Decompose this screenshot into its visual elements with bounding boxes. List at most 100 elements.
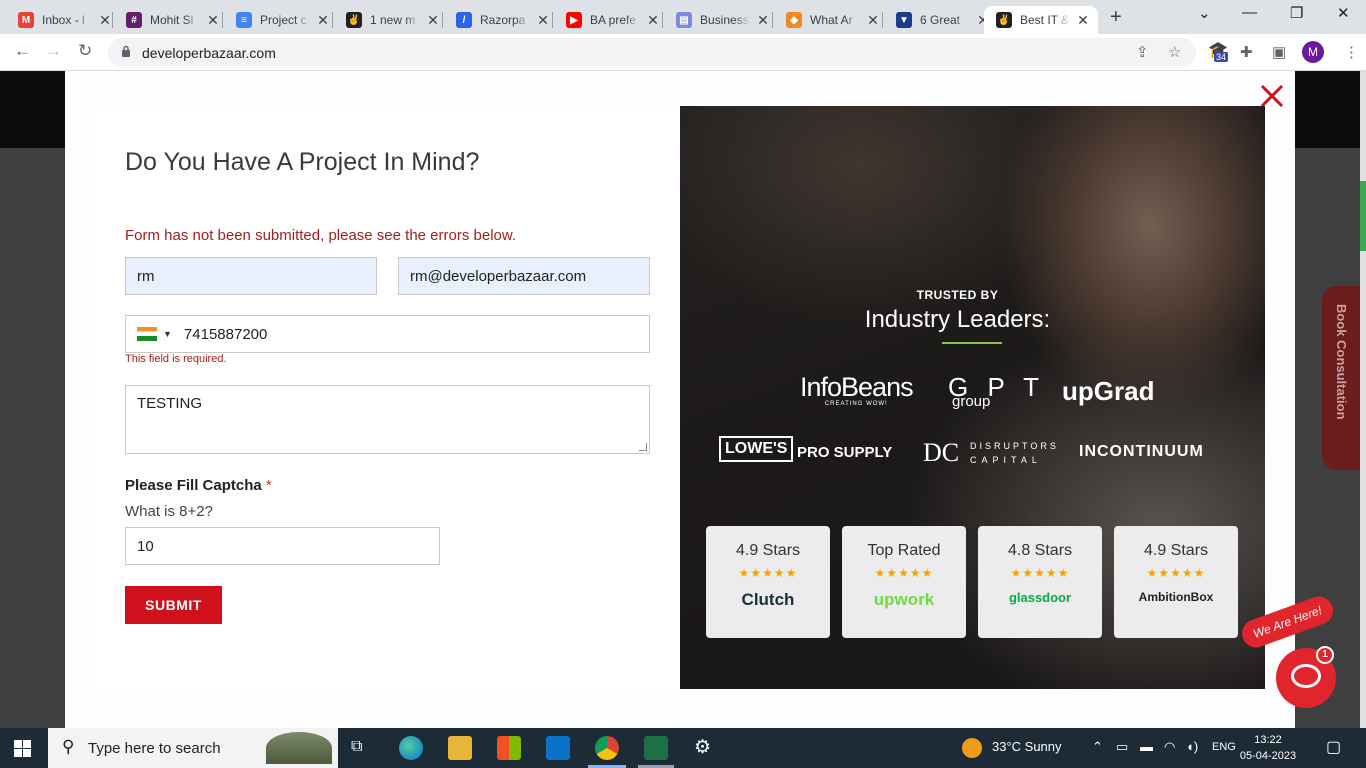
extensions-puzzle-icon[interactable]: ✚ bbox=[1240, 43, 1253, 61]
minimize-icon[interactable]: — bbox=[1242, 4, 1257, 21]
extension-graduation-icon[interactable]: 🎓 34 bbox=[1208, 40, 1229, 62]
meet-icon[interactable]: ▭ bbox=[1116, 739, 1128, 755]
scrollbar-thumb[interactable] bbox=[1360, 181, 1366, 251]
file-explorer-icon[interactable] bbox=[448, 736, 472, 760]
clock[interactable]: 13:22 05-04-2023 bbox=[1238, 732, 1298, 764]
captcha-input[interactable]: 10 bbox=[125, 527, 440, 565]
star-rating-icon: ★★★★★ bbox=[1146, 566, 1206, 580]
address-bar[interactable]: developerbazaar.com bbox=[108, 38, 1196, 67]
industry-leaders-label: Industry Leaders: bbox=[864, 306, 1051, 333]
india-flag-icon[interactable] bbox=[137, 327, 157, 341]
reload-icon[interactable]: ↻ bbox=[78, 41, 92, 61]
browser-tab[interactable]: ▶ BA prefe ✕ bbox=[554, 6, 668, 34]
close-tab-icon[interactable]: ✕ bbox=[206, 12, 220, 29]
browser-toolbar: ← → ↻ developerbazaar.com ⇪ ☆ 🎓 34 ✚ ▣ M… bbox=[0, 34, 1366, 71]
browser-tab[interactable]: ◆ What Ar ✕ bbox=[774, 6, 888, 34]
rating-card: Top Rated ★★★★★ upwork bbox=[842, 526, 966, 638]
battery-icon[interactable]: ▬ bbox=[1140, 739, 1153, 754]
browser-tab[interactable]: ▼ 6 Great ✕ bbox=[884, 6, 998, 34]
microsoft-store-icon[interactable] bbox=[497, 736, 521, 760]
form-title: Do You Have A Project In Mind? bbox=[125, 148, 480, 176]
menu-kebab-icon[interactable]: ⋮ bbox=[1344, 43, 1359, 61]
close-tab-icon[interactable]: ✕ bbox=[98, 12, 112, 29]
submit-button[interactable]: SUBMIT bbox=[125, 586, 222, 624]
close-tab-icon[interactable]: ✕ bbox=[316, 12, 330, 29]
lock-icon bbox=[122, 45, 130, 57]
message-textarea[interactable]: TESTING bbox=[125, 385, 650, 454]
mail-icon[interactable] bbox=[546, 736, 570, 760]
tab-title: BA prefe bbox=[590, 13, 637, 27]
site-icon: ✌ bbox=[346, 12, 362, 28]
chrome-icon[interactable] bbox=[595, 736, 619, 760]
tab-search-icon[interactable]: ⌄ bbox=[1198, 4, 1211, 22]
browser-tab[interactable]: # Mohit Sl ✕ bbox=[114, 6, 228, 34]
rating-card: 4.9 Stars ★★★★★ Clutch bbox=[706, 526, 830, 638]
tab-title: Best IT & bbox=[1020, 13, 1070, 27]
tab-separator bbox=[222, 12, 223, 28]
extension-badge: 34 bbox=[1214, 52, 1229, 62]
required-asterisk: * bbox=[265, 477, 272, 494]
browser-tab[interactable]: ≡ Project c ✕ bbox=[224, 6, 338, 34]
youtube-icon: ▶ bbox=[566, 12, 582, 28]
close-tab-icon[interactable]: ✕ bbox=[756, 12, 770, 29]
close-tab-icon[interactable]: ✕ bbox=[1076, 12, 1090, 29]
close-window-icon[interactable]: ✕ bbox=[1337, 4, 1350, 22]
windows-start-icon[interactable] bbox=[14, 740, 31, 757]
tab-separator bbox=[112, 12, 113, 28]
tab-title: Inbox - l bbox=[42, 13, 85, 27]
profile-avatar[interactable]: M bbox=[1302, 41, 1324, 63]
resize-grip-icon[interactable] bbox=[639, 443, 647, 451]
browser-tab-strip: M Inbox - l ✕ # Mohit Sl ✕ ≡ Project c ✕ ✌ 1 new m… bbox=[0, 0, 1366, 34]
browser-tab[interactable]: ✌ 1 new m ✕ bbox=[334, 6, 448, 34]
close-tab-icon[interactable]: ✕ bbox=[536, 12, 550, 29]
back-icon[interactable]: ← bbox=[14, 41, 31, 61]
excel-icon[interactable] bbox=[644, 736, 668, 760]
rating-brand-logo: upwork bbox=[873, 590, 935, 609]
tab-title: Mohit Sl bbox=[150, 13, 194, 27]
browser-tab[interactable]: ✌ Best IT & ✕ bbox=[984, 6, 1098, 34]
phone-value: 7415887200 bbox=[183, 325, 268, 343]
tab-separator bbox=[662, 12, 663, 28]
settings-gear-icon[interactable]: ⚙ bbox=[694, 736, 711, 759]
volume-icon[interactable]: ◖) bbox=[1186, 739, 1198, 754]
gpt-group-logo: G P T group bbox=[948, 372, 1045, 410]
trusted-by-label: TRUSTED BY bbox=[916, 288, 999, 302]
show-hidden-icons-icon[interactable]: ⌃ bbox=[1092, 739, 1103, 755]
chat-button[interactable]: 1 bbox=[1276, 646, 1336, 708]
forward-icon[interactable]: → bbox=[45, 41, 62, 61]
name-field[interactable]: rm bbox=[125, 257, 377, 295]
prosupply-logo: PRO SUPPLY bbox=[797, 444, 893, 461]
star-rating-icon: ★★★★★ bbox=[738, 566, 798, 580]
close-tab-icon[interactable]: ✕ bbox=[646, 12, 660, 29]
country-dropdown-caret-icon[interactable]: ▼ bbox=[163, 329, 172, 339]
phone-field[interactable]: ▼ 7415887200 bbox=[125, 315, 650, 353]
windows-taskbar: ⚲ Type here to search ⧉ ⚙ 33°C Sunny ⌃ ▭… bbox=[0, 728, 1366, 768]
close-tab-icon[interactable]: ✕ bbox=[866, 12, 880, 29]
promo-panel: TRUSTED BY Industry Leaders: InfoBeans C… bbox=[680, 106, 1265, 689]
side-panel-icon[interactable]: ▣ bbox=[1272, 43, 1286, 61]
browser-tab[interactable]: / Razorpa ✕ bbox=[444, 6, 558, 34]
star-rating-icon: ★★★★★ bbox=[1010, 566, 1070, 580]
share-icon[interactable]: ⇪ bbox=[1136, 43, 1149, 61]
browser-tab[interactable]: M Inbox - l ✕ bbox=[6, 6, 120, 34]
email-field[interactable]: rm@developerbazaar.com bbox=[398, 257, 650, 295]
name-value: rm bbox=[137, 267, 155, 285]
incontinuum-logo: INCONTINUUM bbox=[1079, 443, 1204, 460]
captcha-question: What is 8+2? bbox=[125, 503, 213, 520]
contact-form: Do You Have A Project In Mind? Form has … bbox=[95, 106, 680, 689]
weather-sun-icon[interactable] bbox=[962, 738, 982, 758]
new-tab-button[interactable]: + bbox=[1110, 6, 1122, 29]
notifications-icon[interactable]: ▢ bbox=[1326, 737, 1341, 757]
language-indicator[interactable]: ENG bbox=[1212, 741, 1236, 753]
edge-icon[interactable] bbox=[399, 736, 423, 760]
wifi-icon[interactable]: ◠ bbox=[1164, 739, 1175, 755]
bookmark-star-icon[interactable]: ☆ bbox=[1168, 43, 1181, 61]
weather-text[interactable]: 33°C Sunny bbox=[992, 739, 1062, 754]
task-view-icon[interactable]: ⧉ bbox=[351, 738, 362, 756]
close-tab-icon[interactable]: ✕ bbox=[426, 12, 440, 29]
restore-icon[interactable]: ❐ bbox=[1290, 4, 1303, 22]
star-rating-icon: ★★★★★ bbox=[874, 566, 934, 580]
taskbar-search[interactable]: ⚲ Type here to search bbox=[48, 728, 338, 768]
browser-tab[interactable]: ▤ Business ✕ bbox=[664, 6, 778, 34]
page-scrollbar[interactable] bbox=[1360, 71, 1366, 728]
